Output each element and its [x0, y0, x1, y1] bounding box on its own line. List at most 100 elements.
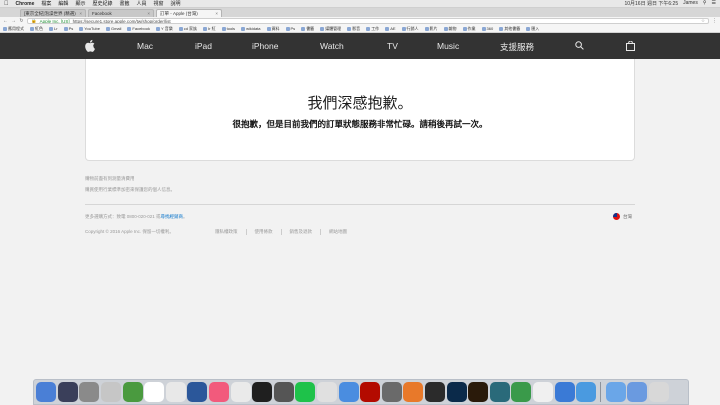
dock-app-icon[interactable] [144, 382, 165, 402]
url-field[interactable]: 🔒 Apple Inc. [US] https://secure1.store.… [27, 18, 709, 24]
menu-window[interactable]: 視窗 [154, 0, 164, 7]
dock-app-icon[interactable] [338, 382, 359, 402]
bookmark-item[interactable]: YouTube [79, 26, 100, 31]
back-icon[interactable]: ← [3, 18, 8, 24]
dock-app-icon[interactable] [360, 382, 381, 402]
nav-mac[interactable]: Mac [137, 41, 153, 51]
dock-app-icon[interactable] [403, 382, 424, 402]
nav-music[interactable]: Music [437, 41, 459, 51]
menu-view[interactable]: 顯示 [75, 0, 85, 7]
dock-app-icon[interactable] [165, 382, 186, 402]
dock-app-icon[interactable] [101, 382, 122, 402]
menu-file[interactable]: 檔案 [41, 0, 51, 7]
dock-folder-icon[interactable] [605, 382, 626, 402]
nav-watch[interactable]: Watch [320, 41, 344, 51]
dock-app-icon[interactable] [381, 382, 402, 402]
dock-folder-icon[interactable] [648, 382, 669, 402]
bookmark-item[interactable]: 其他書籤 [499, 26, 520, 32]
dock-app-icon[interactable] [424, 382, 445, 402]
menu-history[interactable]: 歷史紀錄 [92, 0, 112, 7]
bookmark-item[interactable]: 書籤 [301, 26, 314, 32]
bookmark-item[interactable]: Gmail [105, 26, 121, 31]
tab-1[interactable]: [東京全紀]泡澡世界 (精選) × [20, 9, 86, 17]
dock-app-icon[interactable] [209, 382, 230, 402]
dock-folder-icon[interactable] [627, 382, 648, 402]
find-reseller-link[interactable]: 尋找經銷商 [161, 214, 184, 219]
bookmark-item[interactable]: 資料 [266, 26, 280, 32]
app-menu-chrome[interactable]: Chrome [16, 1, 35, 7]
dock-app-icon[interactable] [295, 382, 316, 402]
menu-bookmarks[interactable]: 書籤 [119, 0, 129, 7]
bookmark-item[interactable]: wikidata [241, 26, 261, 31]
dock-app-icon[interactable] [446, 382, 467, 402]
shopping-bag-icon[interactable] [626, 41, 635, 51]
dock-app-icon[interactable] [273, 382, 294, 402]
clock[interactable]: 10月16日 週日 下午6:25 [624, 0, 678, 7]
region-selector[interactable]: 台灣 [613, 213, 632, 220]
dock-app-icon[interactable] [532, 382, 553, 402]
dock-app-icon[interactable] [122, 382, 143, 402]
menu-list-icon[interactable]: ☰ [712, 0, 716, 7]
tab-3-active[interactable]: 訂單 - Apple (台灣) × [156, 9, 222, 17]
dock-app-icon[interactable] [252, 382, 273, 402]
bookmark-item[interactable]: 影音 [347, 26, 360, 32]
dock-app-icon[interactable] [230, 382, 251, 402]
nav-tv[interactable]: TV [387, 41, 398, 51]
dock-app-icon[interactable] [489, 382, 510, 402]
bookmark-item[interactable]: 影片 [424, 26, 438, 32]
error-message: 很抱歉，但是目前我們的訂單狀態服務非常忙碌。請稍後再試一次。 [232, 119, 488, 129]
forward-icon[interactable]: → [11, 18, 16, 24]
bookmark-item[interactable]: Y 音樂 [155, 26, 173, 32]
bookmark-item[interactable]: 360 [481, 26, 493, 31]
reload-icon[interactable]: ↻ [19, 18, 24, 24]
tab-2[interactable]: Facebook × [88, 9, 154, 17]
bookmark-item[interactable]: tools [221, 26, 236, 31]
bookmark-item[interactable]: 作業 [462, 26, 476, 32]
bookmark-label: tools [226, 26, 236, 31]
site-map-link[interactable]: 網站地圖 [321, 229, 355, 235]
close-tab-icon[interactable]: × [215, 11, 218, 16]
dock-app-icon[interactable] [57, 382, 78, 402]
bookmark-item[interactable]: 雜物 [443, 26, 457, 32]
bookmark-item[interactable]: 媒體管理 [320, 26, 341, 32]
bookmark-item[interactable]: 工作 [366, 26, 379, 32]
dock-app-icon[interactable] [317, 382, 338, 402]
sales-refunds-link[interactable]: 銷售及退款 [282, 229, 321, 235]
dock-app-icon[interactable] [36, 382, 57, 402]
apple-menu-icon[interactable]:  [4, 1, 9, 7]
terms-of-use-link[interactable]: 使用條款 [247, 229, 282, 235]
bookmark-item[interactable]: 匯入 [526, 26, 539, 32]
dock-app-icon[interactable] [468, 382, 489, 402]
error-card: 我們深感抱歉。 很抱歉，但是目前我們的訂單狀態服務非常忙碌。請稍後再試一次。 [85, 59, 635, 161]
bookmark-item[interactable]: cd 家族 [178, 26, 197, 32]
bookmark-item[interactable]: Ps [285, 26, 295, 31]
dock-app-icon[interactable] [554, 382, 575, 402]
bookmark-item[interactable]: 行銷人 [401, 26, 419, 32]
dock-app-icon[interactable] [511, 382, 532, 402]
menu-dots-icon[interactable]: ⋮ [712, 18, 717, 24]
dock-app-icon[interactable] [576, 382, 597, 402]
bookmark-item[interactable]: Ps [63, 26, 73, 31]
menu-people[interactable]: 人員 [136, 0, 146, 7]
close-tab-icon[interactable]: × [79, 11, 82, 16]
bookmark-item[interactable]: 紅色 [30, 26, 43, 32]
bookmark-item[interactable]: Ir 紅 [203, 26, 216, 32]
nav-support[interactable]: 支援服務 [500, 41, 534, 53]
bookmark-item[interactable]: Lr [49, 26, 58, 31]
search-icon[interactable] [575, 41, 584, 50]
bookmark-star-icon[interactable]: ☆ [701, 19, 705, 23]
dock-app-icon[interactable] [187, 382, 208, 402]
bookmark-item[interactable]: AE [385, 26, 396, 31]
menu-edit[interactable]: 編輯 [58, 0, 68, 7]
bookmark-item[interactable]: Facebook [127, 26, 150, 31]
close-tab-icon[interactable]: × [147, 11, 150, 16]
nav-ipad[interactable]: iPad [195, 41, 212, 51]
bookmark-item[interactable]: 應用程式 [3, 26, 24, 32]
user-name[interactable]: James [683, 0, 698, 7]
privacy-policy-link[interactable]: 隱私權政策 [207, 229, 247, 235]
apple-logo-icon[interactable] [85, 39, 95, 52]
spotlight-icon[interactable]: ⚲ [703, 0, 707, 7]
menu-help[interactable]: 說明 [171, 0, 181, 7]
nav-iphone[interactable]: iPhone [252, 41, 278, 51]
dock-app-icon[interactable] [79, 382, 100, 402]
